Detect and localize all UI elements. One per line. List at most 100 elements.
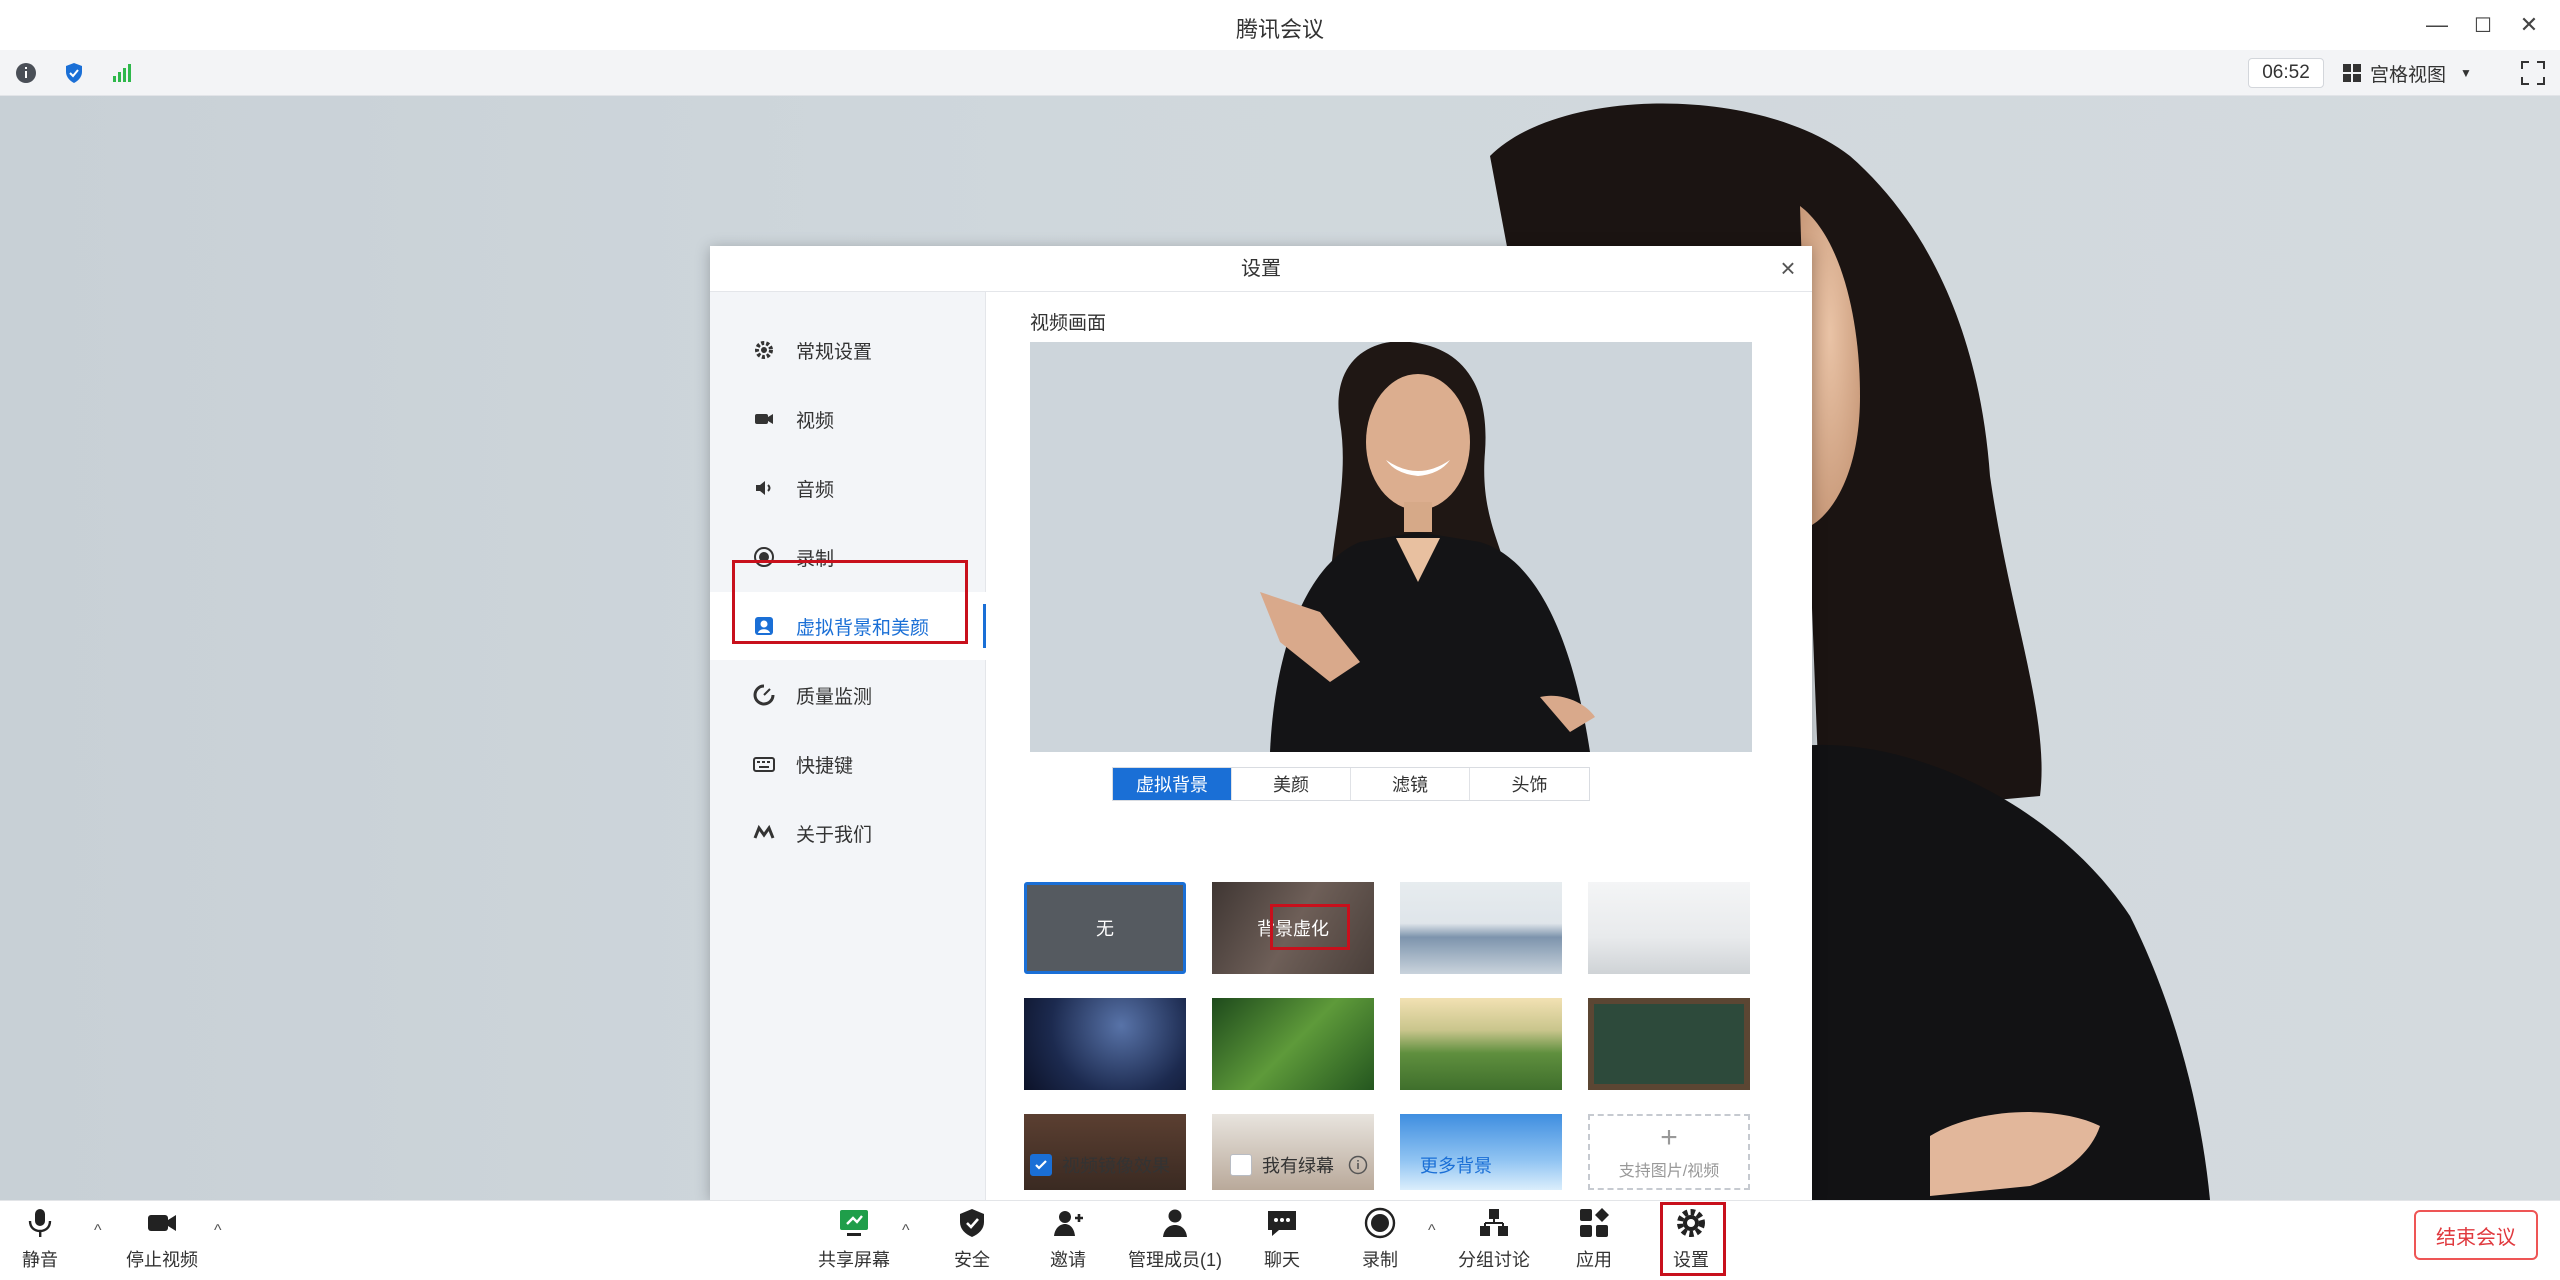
microphone-icon [28, 1209, 52, 1237]
greenscreen-label: 我有绿幕 [1262, 1156, 1334, 1176]
grid-icon [2343, 64, 2361, 82]
bg-option-label [1594, 1004, 1744, 1084]
settings-dialog: 设置 × 常规设置 视频 音频 录制 虚拟背景和美颜 质量监测 快捷键 关于我们… [710, 246, 1812, 1200]
share-options-caret[interactable]: ^ [902, 1222, 910, 1240]
chat-icon [1268, 1211, 1296, 1236]
invite-icon [1054, 1211, 1083, 1236]
sidebar-item-video[interactable]: 视频 [710, 385, 986, 453]
sidebar-item-shortcuts[interactable]: 快捷键 [710, 730, 986, 798]
sidebar-item-label: 视频 [796, 410, 835, 432]
record-options-caret[interactable]: ^ [1428, 1222, 1436, 1240]
apps-icon [1580, 1208, 1609, 1237]
share-screen-label: 共享屏幕 [818, 1250, 890, 1270]
video-preview-label: 视频画面 [1030, 313, 1107, 334]
camera-icon [752, 407, 776, 431]
meeting-timer: 06:52 [2248, 58, 2324, 88]
bg-option-label [1400, 882, 1562, 974]
speaker-icon [752, 476, 776, 500]
bg-option-none[interactable]: 无 [1024, 882, 1186, 974]
highlight-box [1270, 904, 1350, 950]
gear-icon [752, 338, 776, 362]
manage-members-label: 管理成员(1) [1128, 1250, 1222, 1270]
video-preview [1030, 342, 1752, 752]
sidebar-item-quality[interactable]: 质量监测 [710, 661, 986, 729]
minimize-button[interactable]: — [2422, 10, 2452, 40]
chat-label: 聊天 [1264, 1250, 1300, 1270]
sidebar-item-about[interactable]: 关于我们 [710, 799, 986, 867]
tab-virtual-background[interactable]: 虚拟背景 [1113, 768, 1232, 800]
bg-option-label [1588, 882, 1750, 974]
mute-label: 静音 [22, 1250, 58, 1270]
sidebar-item-audio[interactable]: 音频 [710, 454, 986, 522]
sidebar-item-general[interactable]: 常规设置 [710, 316, 986, 384]
close-button[interactable]: ✕ [2514, 10, 2544, 40]
bg-option-bright-room[interactable] [1588, 882, 1750, 974]
settings-sidebar: 常规设置 视频 音频 录制 虚拟背景和美颜 质量监测 快捷键 关于我们 [710, 292, 986, 1200]
bg-option-label [1024, 998, 1186, 1090]
manage-members-button[interactable]: 管理成员(1) [1128, 1206, 1222, 1272]
view-mode-dropdown[interactable]: 宫格视图 ▼ [2342, 56, 2492, 90]
dialog-title: 设置 [1241, 258, 1281, 280]
help-icon[interactable] [1348, 1155, 1368, 1175]
mirror-label: 视频镜像效果 [1062, 1156, 1170, 1176]
window-title: 腾讯会议 [1235, 17, 1324, 42]
plus-icon: + [1660, 1121, 1678, 1154]
breakout-icon [1480, 1209, 1508, 1236]
sidebar-item-label: 快捷键 [796, 755, 854, 777]
sidebar-item-label: 关于我们 [796, 824, 873, 846]
record-button[interactable]: 录制 [1362, 1206, 1398, 1272]
options-row: 视频镜像效果 我有绿幕 更多背景 [1030, 1150, 1492, 1180]
video-camera-icon [148, 1215, 176, 1231]
bg-option-office[interactable] [1400, 882, 1562, 974]
tab-filter[interactable]: 滤镜 [1351, 768, 1470, 800]
logo-icon [752, 821, 776, 845]
info-icon[interactable] [14, 61, 38, 85]
gauge-icon [752, 683, 776, 707]
bg-option-starry-sky[interactable] [1024, 998, 1186, 1090]
signal-icon[interactable] [110, 61, 134, 85]
breakout-label: 分组讨论 [1458, 1250, 1530, 1270]
mute-button[interactable]: 静音 [22, 1206, 58, 1272]
video-options-caret[interactable]: ^ [214, 1222, 222, 1240]
more-backgrounds-link[interactable]: 更多背景 [1420, 1152, 1492, 1178]
upload-hint: 支持图片/视频 [1618, 1163, 1720, 1180]
bg-option-hills[interactable] [1400, 998, 1562, 1090]
bg-option-chalkboard[interactable] [1588, 998, 1750, 1090]
stop-video-label: 停止视频 [126, 1250, 198, 1270]
dialog-title-bar: 设置 × [710, 246, 1812, 292]
bg-option-label: 无 [1096, 919, 1114, 939]
sidebar-item-label: 质量监测 [796, 686, 873, 708]
members-icon [1163, 1209, 1187, 1237]
share-screen-button[interactable]: 共享屏幕 [818, 1206, 890, 1272]
highlight-box [1660, 1202, 1726, 1276]
keyboard-icon [752, 752, 776, 776]
highlight-box [732, 560, 968, 644]
maximize-button[interactable]: ☐ [2468, 10, 2498, 40]
fullscreen-icon[interactable] [2520, 60, 2546, 86]
invite-button[interactable]: 邀请 [1050, 1206, 1086, 1272]
bg-option-label [1212, 998, 1374, 1090]
dialog-close-button[interactable]: × [1774, 254, 1802, 282]
chevron-down-icon: ▼ [2460, 66, 2472, 80]
sidebar-item-label: 音频 [796, 479, 835, 501]
shield-icon[interactable] [62, 61, 86, 85]
chat-button[interactable]: 聊天 [1264, 1206, 1300, 1272]
record-label: 录制 [1362, 1250, 1398, 1270]
settings-content: 视频画面 虚拟背景 美颜 滤镜 头饰 无 背景虚化 + 支持图片/视频 视频镜像… [1006, 292, 1796, 1200]
mute-options-caret[interactable]: ^ [94, 1222, 102, 1240]
security-button[interactable]: 安全 [954, 1206, 990, 1272]
stop-video-button[interactable]: 停止视频 [126, 1206, 198, 1272]
apps-button[interactable]: 应用 [1576, 1206, 1612, 1272]
tab-beauty[interactable]: 美颜 [1232, 768, 1351, 800]
meeting-info-bar [0, 50, 2560, 96]
tab-headwear[interactable]: 头饰 [1470, 768, 1589, 800]
mirror-checkbox[interactable] [1030, 1154, 1052, 1176]
background-tabs: 虚拟背景 美颜 滤镜 头饰 [1112, 767, 1590, 801]
bg-upload-button[interactable]: + 支持图片/视频 [1588, 1114, 1750, 1190]
breakout-button[interactable]: 分组讨论 [1458, 1206, 1530, 1272]
bg-option-leaf[interactable] [1212, 998, 1374, 1090]
apps-label: 应用 [1576, 1250, 1612, 1270]
record-icon [1364, 1207, 1396, 1239]
end-meeting-button[interactable]: 结束会议 [2414, 1210, 2538, 1260]
greenscreen-checkbox[interactable] [1230, 1154, 1252, 1176]
